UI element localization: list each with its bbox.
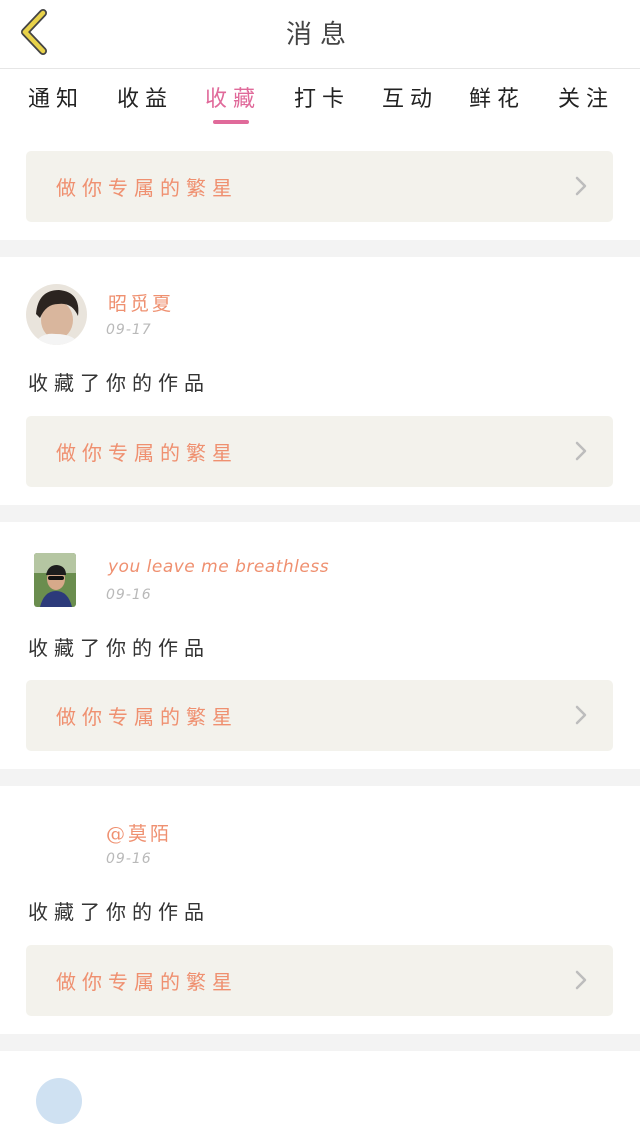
section-divider (0, 769, 640, 786)
chevron-right-icon (575, 705, 587, 725)
action-text: 收藏了你的作品 (28, 900, 210, 924)
section-divider (0, 505, 640, 522)
section-divider (0, 1034, 640, 1051)
work-link-card[interactable]: 做你专属的繁星 (26, 945, 613, 1016)
work-title: 做你专属的繁星 (56, 176, 238, 200)
avatar-photo (26, 284, 87, 345)
user-avatar[interactable] (36, 1078, 82, 1124)
active-tab-indicator (213, 120, 249, 124)
work-title: 做你专属的繁星 (56, 705, 238, 729)
chevron-right-icon (575, 441, 587, 461)
work-title: 做你专属的繁星 (56, 441, 238, 465)
work-link-card[interactable]: 做你专属的繁星 (26, 416, 613, 487)
action-text: 收藏了你的作品 (28, 371, 210, 395)
tab-checkin[interactable]: 打卡 (294, 81, 350, 113)
action-text: 收藏了你的作品 (28, 636, 210, 660)
chevron-right-icon (575, 970, 587, 990)
tab-following[interactable]: 关注 (558, 81, 614, 113)
chevron-right-icon (575, 176, 587, 196)
tab-favorites[interactable]: 收藏 (205, 81, 261, 113)
header: 消息 (0, 0, 640, 69)
timestamp: 09-16 (106, 851, 152, 867)
username[interactable]: you leave me breathless (108, 557, 329, 577)
username[interactable]: 昭觅夏 (108, 289, 174, 316)
tab-notifications[interactable]: 通知 (28, 81, 84, 113)
avatar-photo (34, 553, 76, 607)
work-link-card[interactable]: 做你专属的繁星 (26, 151, 613, 222)
page-title: 消息 (285, 20, 354, 50)
user-avatar[interactable] (34, 553, 76, 607)
work-title: 做你专属的繁星 (56, 970, 238, 994)
tab-interactions[interactable]: 互动 (382, 81, 438, 113)
timestamp: 09-16 (106, 587, 152, 603)
tab-flowers[interactable]: 鲜花 (469, 81, 525, 113)
username[interactable]: @莫陌 (106, 819, 172, 846)
user-avatar[interactable] (26, 284, 87, 345)
tab-bar: 通知 收益 收藏 打卡 互动 鲜花 关注 (0, 69, 640, 131)
section-divider (0, 240, 640, 257)
work-link-card[interactable]: 做你专属的繁星 (26, 680, 613, 751)
tab-earnings[interactable]: 收益 (117, 81, 173, 113)
timestamp: 09-17 (106, 322, 152, 338)
